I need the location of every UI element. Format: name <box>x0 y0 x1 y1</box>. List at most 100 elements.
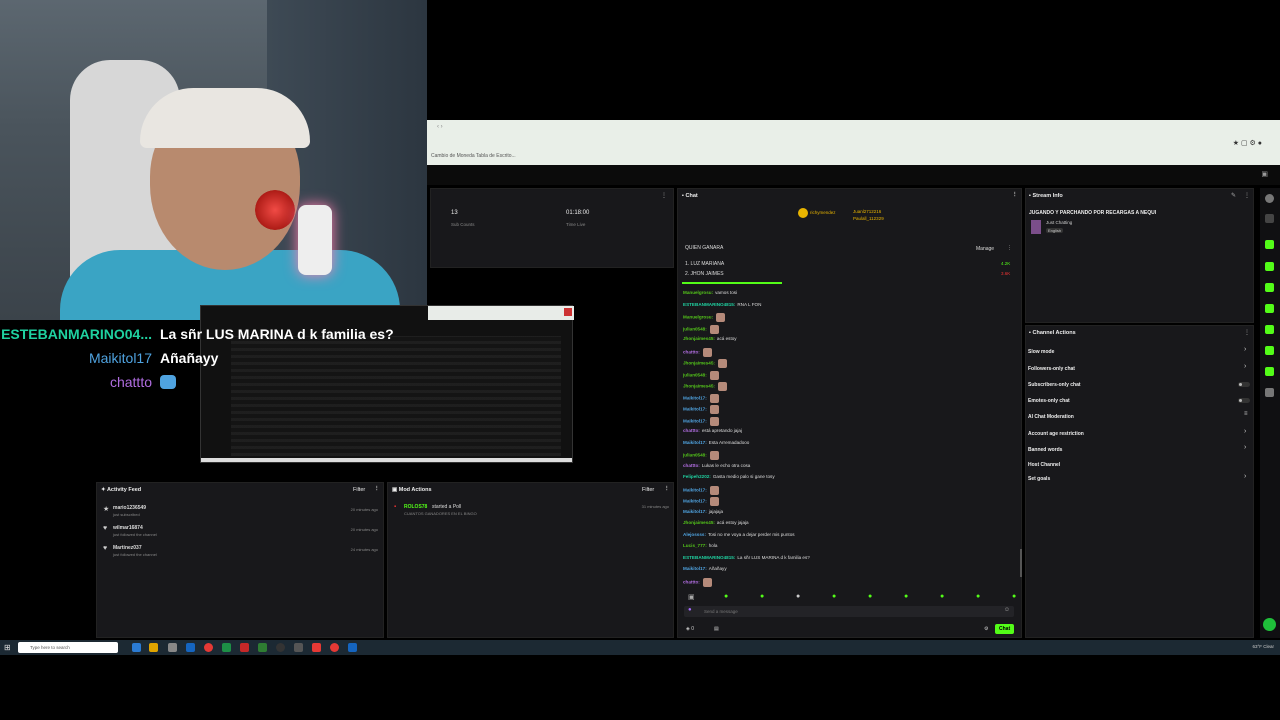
chat-username[interactable]: Maikitol17: <box>683 418 707 423</box>
chat-username[interactable]: Jhonjaimes45: <box>683 520 715 525</box>
back-icon[interactable]: ‹ › <box>437 124 443 130</box>
chat-username[interactable]: ESTEBANMARINO4815: <box>683 555 735 560</box>
chat-username[interactable]: Alejossss: <box>683 532 706 537</box>
app-icon[interactable] <box>348 643 357 652</box>
activity-filter-button[interactable]: Filter <box>353 487 365 493</box>
rail-chat-icon[interactable] <box>1265 304 1274 313</box>
subscribers-only-item[interactable]: Subscribers-only chat <box>1028 382 1081 388</box>
rail-edit-icon[interactable] <box>1265 214 1274 223</box>
browser-menu-icon[interactable]: ★ ▢ ⚙ ● <box>1233 139 1262 147</box>
stream-info-more-icon[interactable]: ⋮ <box>1244 192 1250 199</box>
floating-action-icon[interactable] <box>1263 618 1276 631</box>
chevron-right-icon[interactable]: › <box>1244 428 1246 435</box>
obs-icon[interactable] <box>276 643 285 652</box>
emote-icon[interactable]: ● <box>976 593 980 600</box>
rail-help-icon[interactable] <box>1265 194 1274 203</box>
rail-tool-icon[interactable] <box>1265 367 1274 376</box>
chat-username[interactable]: Jhonjaimes45: <box>683 361 715 366</box>
chat-rules-icon[interactable]: ▤ <box>714 626 719 632</box>
chat-username[interactable]: Maikitol17: <box>683 509 707 514</box>
stream-category[interactable]: Just Chatting <box>1046 220 1072 225</box>
youtube-icon[interactable] <box>312 643 321 652</box>
emote-icon[interactable]: ● <box>904 593 908 600</box>
emote-icon[interactable]: ● <box>724 593 728 600</box>
emoji-picker-icon[interactable]: ☺ <box>1004 607 1010 613</box>
activity-more-icon[interactable]: ⋮ <box>374 486 380 492</box>
emote-icon[interactable]: ● <box>868 593 872 600</box>
mod-filter-button[interactable]: Filter <box>642 487 654 493</box>
rail-link-icon[interactable] <box>1265 325 1274 334</box>
pinned-user[interactable]: richymendez <box>810 210 836 215</box>
feed-user[interactable]: mario1236549 <box>113 505 146 511</box>
account-age-item[interactable]: Account age restriction <box>1028 431 1084 437</box>
chat-username[interactable]: chattto: <box>683 349 700 354</box>
rail-close-icon[interactable] <box>1265 240 1274 249</box>
chat-username[interactable]: Felipeh2202: <box>683 474 711 479</box>
feed-user[interactable]: wilmar16874 <box>113 525 143 531</box>
edit-icon[interactable]: ✎ <box>1231 192 1236 199</box>
user-menu-icon[interactable]: ▣ <box>1261 170 1268 178</box>
rail-grid-icon[interactable] <box>1265 346 1274 355</box>
chat-more-icon[interactable]: ⋮ <box>1012 192 1018 198</box>
chat-username[interactable]: julian0548: <box>683 326 707 331</box>
rail-card-icon[interactable] <box>1265 283 1274 292</box>
pinned-user[interactable]: Juanl2712216 <box>853 209 881 214</box>
send-chat-button[interactable]: Chat <box>995 624 1015 634</box>
chat-username[interactable]: Maikitol17: <box>683 499 707 504</box>
set-goals-item[interactable]: Set goals <box>1028 476 1050 482</box>
emote-icon[interactable]: ● <box>1012 593 1016 600</box>
emotes-only-toggle[interactable] <box>1238 398 1250 403</box>
poll-manage-button[interactable]: Manage <box>976 246 994 252</box>
folder-icon[interactable] <box>149 643 158 652</box>
poll-more-icon[interactable]: ⋮ <box>1007 245 1012 251</box>
slow-mode-item[interactable]: Slow mode <box>1028 349 1054 355</box>
poll-option[interactable]: 1. LUZ MARIANA <box>685 261 724 267</box>
chat-username[interactable]: Jhonjaimes45: <box>683 336 715 341</box>
chat-username[interactable]: Lucis_777: <box>683 543 707 548</box>
followers-only-item[interactable]: Followers-only chat <box>1028 366 1075 372</box>
chat-username[interactable]: Maikitol17: <box>683 395 707 400</box>
app-icon[interactable] <box>294 643 303 652</box>
chat-username[interactable]: julian0548: <box>683 372 707 377</box>
bookmarks-bar[interactable]: Cambio de Moneda Tabla de Escrito... <box>431 153 516 159</box>
chat-username[interactable]: ESTEBANMARINO4815: <box>683 302 735 307</box>
chat-username[interactable]: Maikitol17: <box>683 487 707 492</box>
excel-icon[interactable] <box>222 643 231 652</box>
subscribers-only-toggle[interactable] <box>1238 382 1250 387</box>
poll-option[interactable]: 2. JHON JAIMES <box>685 271 724 277</box>
host-channel-item[interactable]: Host Channel <box>1028 462 1060 468</box>
app-icon[interactable] <box>258 643 267 652</box>
mod-action-user[interactable]: ROLOS78 <box>404 504 427 510</box>
chat-username[interactable]: Maikitol17: <box>683 440 707 445</box>
chat-username[interactable]: Maikitol17: <box>683 407 707 412</box>
chat-username[interactable]: chattto: <box>683 463 700 468</box>
chat-username[interactable]: Manuelgrosu: <box>683 290 713 295</box>
taskbar-search[interactable]: Type here to search <box>18 642 118 653</box>
windows-start-icon[interactable]: ⊞ <box>4 643 11 652</box>
emote-icon[interactable]: ● <box>760 593 764 600</box>
chevron-right-icon[interactable]: › <box>1244 363 1246 370</box>
app-icon[interactable] <box>240 643 249 652</box>
ai-moderation-item[interactable]: AI Chat Moderation <box>1028 414 1074 420</box>
chat-settings-icon[interactable]: ⚙ <box>984 626 988 632</box>
chrome-icon[interactable] <box>330 643 339 652</box>
emote-icon[interactable]: ● <box>940 593 944 600</box>
feed-user[interactable]: Martinez037 <box>113 545 142 551</box>
channel-actions-more-icon[interactable]: ⋮ <box>1244 329 1250 336</box>
mod-more-icon[interactable]: ⋮ <box>664 486 670 492</box>
chat-username[interactable]: Manuelgrosu: <box>683 315 713 320</box>
chat-input[interactable]: ● Send a message ☺ <box>684 606 1014 617</box>
chat-username[interactable]: Maikitol17: <box>683 566 707 571</box>
stats-more-icon[interactable]: ⋮ <box>661 192 667 199</box>
chevron-right-icon[interactable]: › <box>1244 346 1246 353</box>
chat-username[interactable]: chattto: <box>683 579 700 584</box>
emote-icon[interactable]: ▣ <box>688 593 695 601</box>
banned-words-item[interactable]: Banned words <box>1028 447 1062 453</box>
rail-flash-icon[interactable] <box>1265 262 1274 271</box>
chrome-icon[interactable] <box>204 643 213 652</box>
chat-username[interactable]: julian0548: <box>683 453 707 458</box>
emote-icon[interactable]: ● <box>832 593 836 600</box>
chevron-right-icon[interactable]: › <box>1244 473 1246 480</box>
mail-icon[interactable] <box>186 643 195 652</box>
chat-username[interactable]: chattto: <box>683 428 700 433</box>
